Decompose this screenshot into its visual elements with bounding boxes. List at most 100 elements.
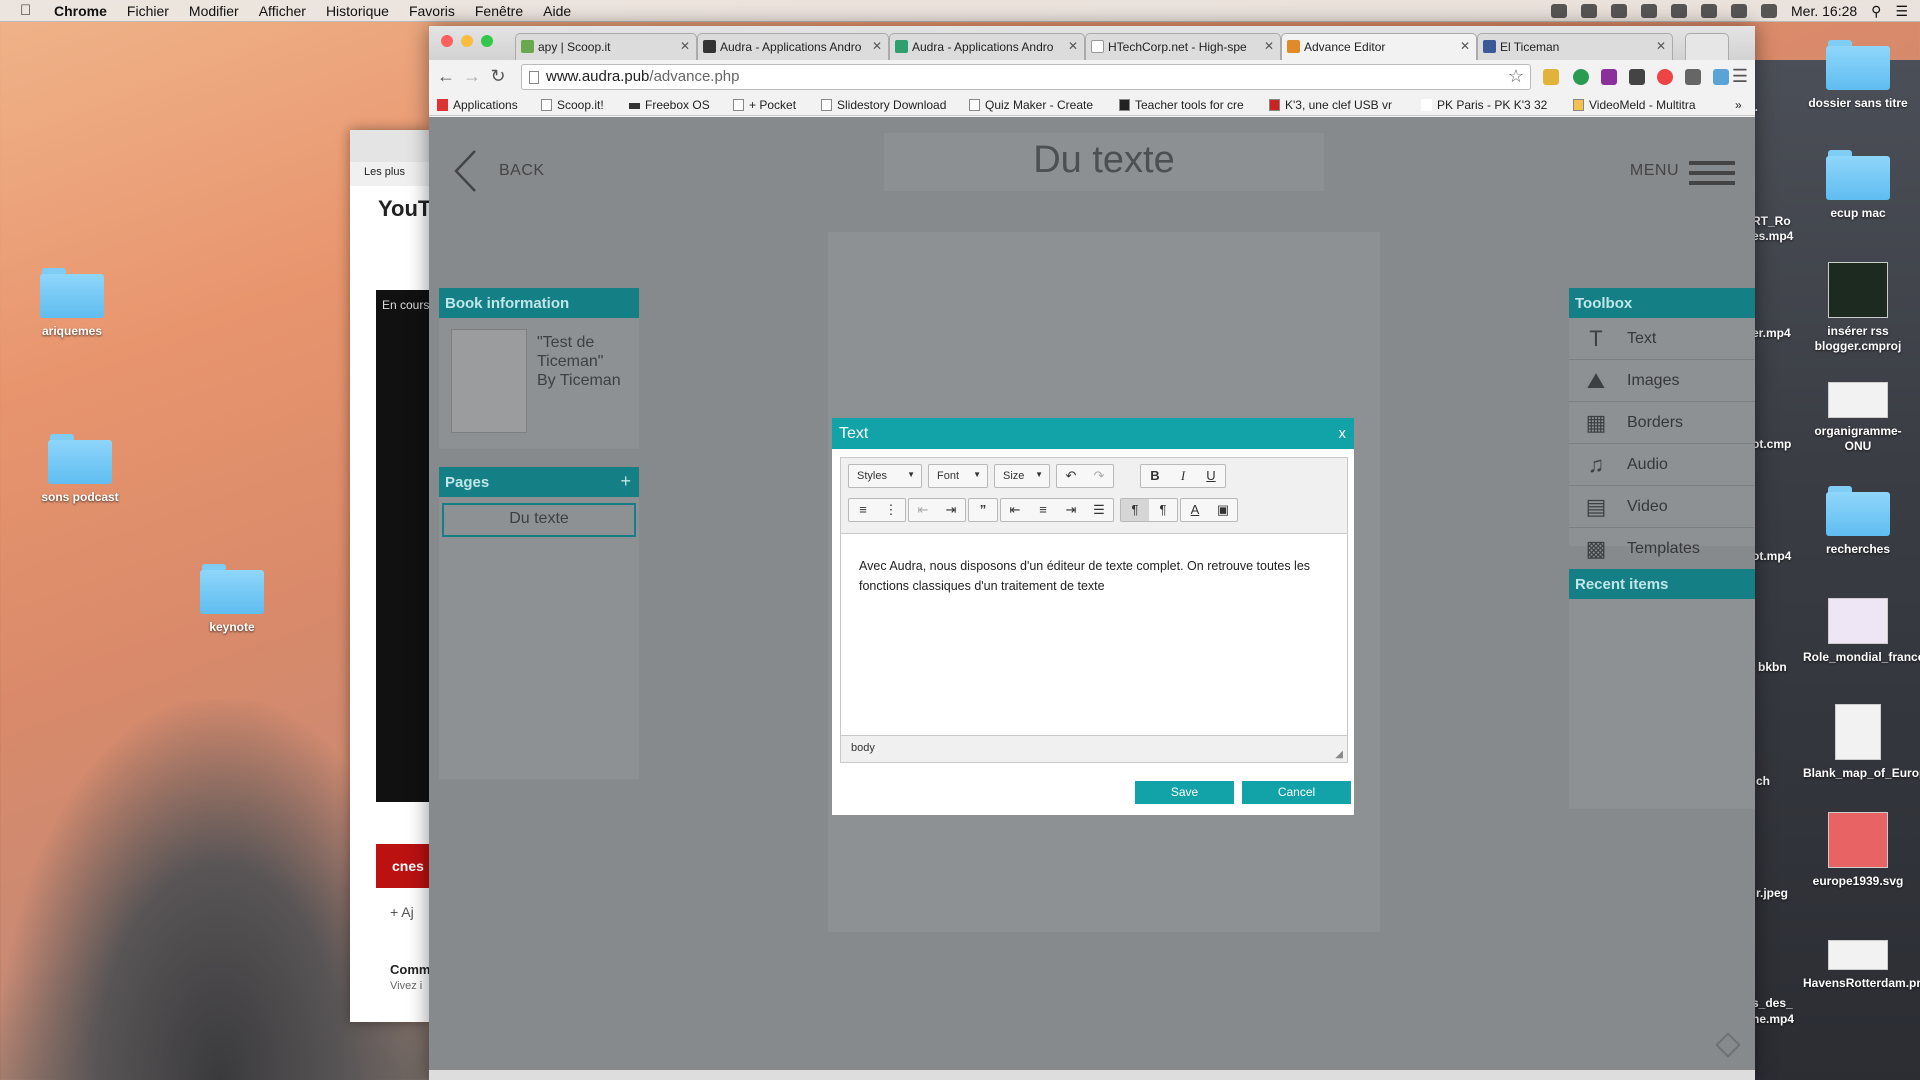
numbered-list-icon[interactable]: ≡ bbox=[849, 499, 877, 521]
back-arrow-icon[interactable]: ← bbox=[435, 66, 457, 87]
drive-icon[interactable] bbox=[1671, 4, 1688, 18]
rtl-direction-icon[interactable]: ¶ bbox=[1149, 499, 1177, 521]
bookmark-quiz-maker[interactable]: Quiz Maker - Create bbox=[969, 98, 1093, 112]
background-browser-window[interactable]: Les plus YouTube En cours cnes + Aj Comm… bbox=[350, 130, 469, 1022]
bookmarks-overflow-button[interactable]: » bbox=[1735, 98, 1742, 112]
italic-icon[interactable]: I bbox=[1169, 465, 1197, 487]
extension-icon[interactable] bbox=[1657, 69, 1673, 85]
desktop-folder-keynote[interactable]: keynote bbox=[177, 564, 287, 635]
desktop-folder-ecup-mac[interactable]: ecup mac bbox=[1803, 150, 1913, 221]
underline-icon[interactable]: U bbox=[1197, 465, 1225, 487]
apple-menu-icon[interactable]:  bbox=[20, 2, 34, 19]
desktop-file-blank-map[interactable]: Blank_map_of_Europe_...939.svg bbox=[1803, 704, 1920, 781]
element-path[interactable]: body bbox=[851, 742, 875, 754]
extension-icon[interactable] bbox=[1685, 69, 1701, 85]
desktop-partial-label[interactable]: ch bbox=[1756, 774, 1806, 789]
bullet-list-icon[interactable]: ⋮ bbox=[877, 499, 905, 521]
bg-window-bookmark[interactable]: Les plus bbox=[350, 162, 430, 186]
size-dropdown[interactable]: Size ▼ bbox=[994, 464, 1050, 488]
save-button[interactable]: Save bbox=[1135, 781, 1234, 804]
close-tab-icon[interactable]: ✕ bbox=[680, 39, 690, 53]
desktop-file-europe1939[interactable]: europe1939.svg bbox=[1803, 812, 1913, 889]
undo-icon[interactable]: ↶ bbox=[1057, 465, 1085, 487]
camera-icon[interactable] bbox=[1713, 69, 1729, 85]
close-tab-icon[interactable]: ✕ bbox=[872, 39, 882, 53]
align-justify-icon[interactable]: ☰ bbox=[1085, 499, 1113, 521]
toolbox-item-video[interactable]: ▤ Video bbox=[1569, 486, 1755, 528]
outdent-icon[interactable]: ⇤ bbox=[909, 499, 937, 521]
desktop-file-organigramme[interactable]: organigramme-ONU bbox=[1803, 382, 1913, 454]
desktop-folder-sons-podcast[interactable]: sons podcast bbox=[25, 434, 135, 505]
toolbox-item-text[interactable]: T Text bbox=[1569, 318, 1755, 360]
close-dialog-button[interactable]: x bbox=[1339, 425, 1347, 442]
close-tab-icon[interactable]: ✕ bbox=[1068, 39, 1078, 53]
tab-audra-2[interactable]: Audra - Applications Andro ✕ bbox=[889, 33, 1085, 60]
desktop-partial-label[interactable]: ot.cmp bbox=[1752, 437, 1802, 452]
add-page-button[interactable]: + bbox=[620, 471, 631, 492]
desktop-file-role-mondial[interactable]: Role_mondial_france bbox=[1803, 598, 1920, 665]
toolbox-item-templates[interactable]: ▩ Templates bbox=[1569, 528, 1755, 570]
tab-scoopit[interactable]: apy | Scoop.it ✕ bbox=[515, 33, 697, 60]
desktop-folder-ariquemes[interactable]: ariquemes bbox=[17, 268, 127, 339]
font-dropdown[interactable]: Font ▼ bbox=[928, 464, 988, 488]
zoom-window-button[interactable] bbox=[481, 35, 493, 47]
toolbox-item-borders[interactable]: ▦ Borders bbox=[1569, 402, 1755, 444]
cloud-icon[interactable] bbox=[1641, 4, 1658, 18]
desktop-partial-label[interactable]: RT_Ro bbox=[1752, 214, 1802, 229]
page-info-icon[interactable] bbox=[529, 71, 539, 84]
horizontal-scrollbar[interactable] bbox=[429, 1070, 1755, 1080]
youtube-video-player[interactable]: En cours bbox=[376, 290, 430, 802]
desktop-file-inserer-rss[interactable]: insérer rss blogger.cmproj bbox=[1803, 262, 1913, 354]
tab-el-ticeman[interactable]: El Ticeman ✕ bbox=[1477, 33, 1673, 60]
menubar-item-fenetre[interactable]: Fenêtre bbox=[475, 3, 523, 19]
notification-center-icon[interactable]: ☰ bbox=[1895, 3, 1908, 20]
close-tab-icon[interactable]: ✕ bbox=[1264, 39, 1274, 53]
close-tab-icon[interactable]: ✕ bbox=[1656, 39, 1666, 53]
bookmark-scoopit[interactable]: Scoop.it! bbox=[541, 98, 604, 112]
desktop-partial-label[interactable]: ne.mp4 bbox=[1752, 1012, 1802, 1027]
evernote-icon[interactable] bbox=[1573, 69, 1589, 85]
close-window-button[interactable] bbox=[441, 35, 453, 47]
desktop-file-havens[interactable]: HavensRotterdam.png bbox=[1803, 940, 1920, 991]
text-color-icon[interactable]: A bbox=[1181, 499, 1209, 521]
ltr-direction-icon[interactable]: ¶ bbox=[1121, 499, 1149, 521]
menubar-item-aide[interactable]: Aide bbox=[543, 3, 571, 19]
desktop-partial-label[interactable]: er.mp4 bbox=[1752, 326, 1802, 341]
bookmark-freebox[interactable]: Freebox OS bbox=[629, 98, 710, 112]
editor-content-area[interactable]: Avec Audra, nous disposons d'un éditeur … bbox=[841, 534, 1347, 734]
menubar-clock[interactable]: Mer. 16:28 bbox=[1791, 3, 1857, 19]
chrome-menu-icon[interactable]: ☰ bbox=[1729, 66, 1751, 87]
cancel-button[interactable]: Cancel bbox=[1242, 781, 1351, 804]
desktop-partial-label[interactable]: es.mp4 bbox=[1752, 229, 1802, 244]
desktop-folder-recherches[interactable]: recherches bbox=[1803, 486, 1913, 557]
notification-icon[interactable] bbox=[1611, 4, 1628, 18]
toolbox-item-images[interactable]: ⛰ Images bbox=[1569, 360, 1755, 402]
back-link[interactable]: BACK bbox=[499, 162, 545, 180]
menubar-item-historique[interactable]: Historique bbox=[326, 3, 389, 19]
extension-icon[interactable] bbox=[1543, 69, 1559, 85]
menubar-item-modifier[interactable]: Modifier bbox=[189, 3, 239, 19]
desktop-folder-dossier-sans-titre[interactable]: dossier sans titre bbox=[1803, 40, 1913, 111]
bookmark-pocket[interactable]: + Pocket bbox=[733, 98, 796, 112]
align-center-icon[interactable]: ≡ bbox=[1029, 499, 1057, 521]
tab-advance-editor[interactable]: Advance Editor ✕ bbox=[1281, 33, 1477, 60]
extension-icon[interactable] bbox=[1629, 69, 1645, 85]
close-tab-icon[interactable]: ✕ bbox=[1460, 39, 1470, 53]
bookmark-k3[interactable]: K'3, une clef USB vr bbox=[1269, 98, 1392, 112]
toolbox-item-audio[interactable]: ♫ Audio bbox=[1569, 444, 1755, 486]
forward-arrow-icon[interactable]: → bbox=[461, 66, 483, 87]
bookmark-pk-paris[interactable]: PK Paris - PK K'3 32 bbox=[1421, 98, 1547, 112]
address-bar[interactable]: www.audra.pub/advance.php ☆ bbox=[521, 64, 1531, 90]
youtube-logo[interactable]: YouTube bbox=[350, 186, 469, 232]
menubar-app-name[interactable]: Chrome bbox=[54, 3, 107, 19]
dropbox-icon[interactable] bbox=[1551, 4, 1568, 18]
desktop-partial-label[interactable]: r.jpeg bbox=[1756, 886, 1806, 901]
hamburger-menu-icon[interactable] bbox=[1689, 161, 1735, 185]
menubar-item-afficher[interactable]: Afficher bbox=[259, 3, 306, 19]
desktop-partial-label[interactable]: ot.mp4 bbox=[1752, 549, 1802, 564]
volume-icon[interactable] bbox=[1761, 4, 1778, 18]
desktop-partial-label[interactable]: bkbn bbox=[1758, 660, 1808, 675]
background-color-icon[interactable]: ▣ bbox=[1209, 499, 1237, 521]
reload-icon[interactable]: ↻ bbox=[487, 66, 509, 87]
back-chevron-icon[interactable] bbox=[453, 149, 477, 193]
